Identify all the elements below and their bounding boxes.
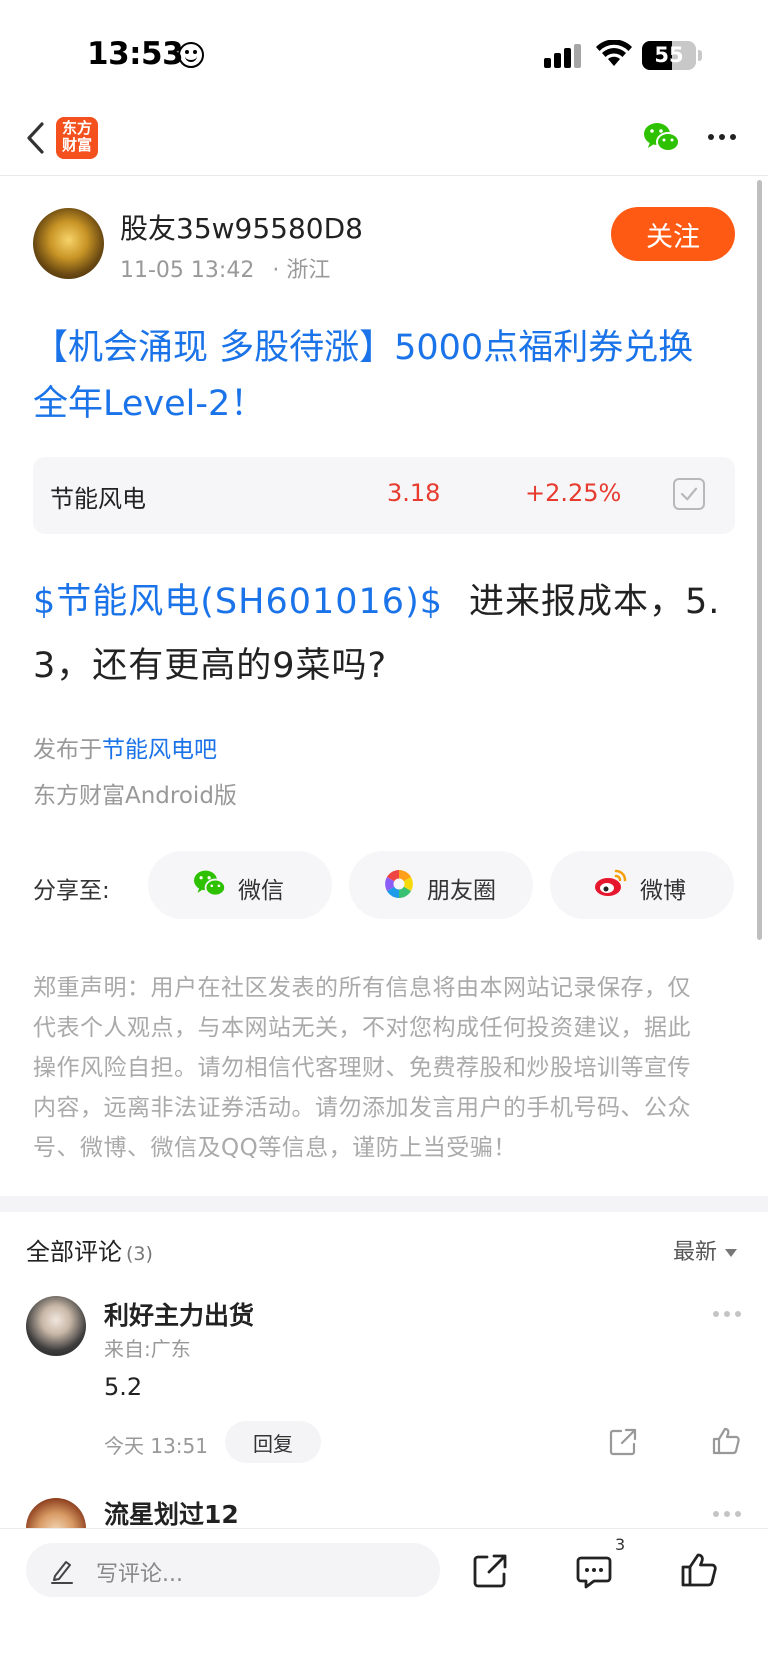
battery-icon: 55 — [642, 41, 696, 70]
comment-more-button[interactable] — [713, 1311, 741, 1317]
more-options-button[interactable] — [708, 134, 738, 142]
author-name[interactable]: 股友35w95580D8 — [120, 207, 363, 247]
pen-icon — [51, 1561, 73, 1584]
chevron-down-icon — [725, 1249, 738, 1257]
stock-bar-link[interactable]: 节能风电吧 — [102, 737, 217, 763]
scrollbar[interactable] — [757, 180, 762, 940]
comment-avatar[interactable] — [26, 1296, 86, 1356]
stock-price: 3.18 — [387, 479, 441, 507]
posted-in: 发布于节能风电吧 — [33, 737, 217, 763]
focus-mode-icon — [178, 42, 204, 68]
comment-author[interactable]: 流星划过12 — [104, 1495, 239, 1531]
author-avatar[interactable] — [33, 208, 104, 279]
comment-icon[interactable] — [576, 1555, 612, 1589]
comments-title: 全部评论 (3) — [26, 1238, 153, 1266]
post-body: $节能风电(SH601016)$ 进来报成本，5. 3，还有更高的9菜吗? — [33, 582, 721, 686]
comment-placeholder[interactable]: 写评论... — [96, 1556, 183, 1588]
share-weibo-label: 微博 — [640, 878, 686, 904]
wechat-icon — [194, 870, 226, 897]
back-button[interactable] — [22, 118, 50, 158]
battery-level: 55 — [654, 43, 684, 67]
disclaimer: 郑重声明：用户在社区发表的所有信息将由本网站记录保存，仅 代表个人观点，与本网站… — [33, 975, 691, 1161]
share-wechat-label: 微信 — [238, 878, 284, 904]
post-client: 东方财富Android版 — [33, 783, 237, 809]
follow-button[interactable]: 关注 — [611, 207, 735, 261]
stock-link[interactable]: $节能风电(SH601016)$ — [33, 582, 443, 622]
bottom-action-bar: 写评论... 3 — [0, 1528, 768, 1669]
comment-more-button[interactable] — [713, 1511, 741, 1517]
comment-time: 今天 13:51 — [104, 1434, 208, 1458]
share-moments-button[interactable]: 朋友圈 — [349, 851, 533, 919]
wechat-share-icon[interactable] — [642, 120, 682, 156]
section-divider — [0, 1196, 768, 1212]
comment-input[interactable] — [26, 1543, 440, 1597]
add-watchlist-checkbox[interactable] — [673, 478, 705, 510]
reply-button[interactable]: 回复 — [225, 1421, 321, 1463]
app-logo: 东方 财富 — [56, 117, 98, 159]
share-icon[interactable] — [472, 1553, 508, 1589]
stock-name: 节能风电 — [50, 485, 146, 513]
comment-location: 来自:广东 — [104, 1337, 191, 1361]
share-weibo-button[interactable]: 微博 — [550, 851, 734, 919]
comment-count-badge: 3 — [615, 1535, 626, 1554]
cellular-signal-icon — [544, 44, 584, 68]
like-icon[interactable] — [680, 1551, 718, 1589]
share-wechat-button[interactable]: 微信 — [148, 851, 332, 919]
comment-text: 5.2 — [104, 1373, 143, 1401]
wifi-icon — [596, 40, 632, 66]
post-title[interactable]: 【机会涌现 多股待涨】5000点福利券兑换 全年Level-2！ — [33, 320, 733, 432]
share-label: 分享至: — [33, 878, 110, 904]
stock-card[interactable]: 节能风电 3.18 +2.25% — [33, 457, 735, 534]
comment-like-icon[interactable] — [711, 1426, 741, 1456]
post-timestamp: 11-05 13:42 — [120, 258, 255, 283]
moments-icon — [385, 870, 413, 898]
share-moments-label: 朋友圈 — [427, 878, 496, 904]
weibo-icon — [595, 869, 627, 896]
post-location: · 浙江 — [272, 258, 331, 283]
post-meta: 11-05 13:42 · 浙江 — [120, 252, 330, 284]
comments-count: (3) — [126, 1243, 153, 1265]
status-time: 13:53 — [87, 36, 184, 72]
battery-nub — [698, 50, 702, 61]
comment-author[interactable]: 利好主力出货 — [104, 1296, 254, 1332]
comment-share-icon[interactable] — [609, 1428, 637, 1456]
sort-dropdown[interactable]: 最新 — [673, 1234, 738, 1266]
nav-bar: 东方 财富 — [0, 100, 768, 176]
status-bar: 13:53 55 — [0, 0, 768, 100]
stock-change: +2.25% — [525, 479, 622, 507]
